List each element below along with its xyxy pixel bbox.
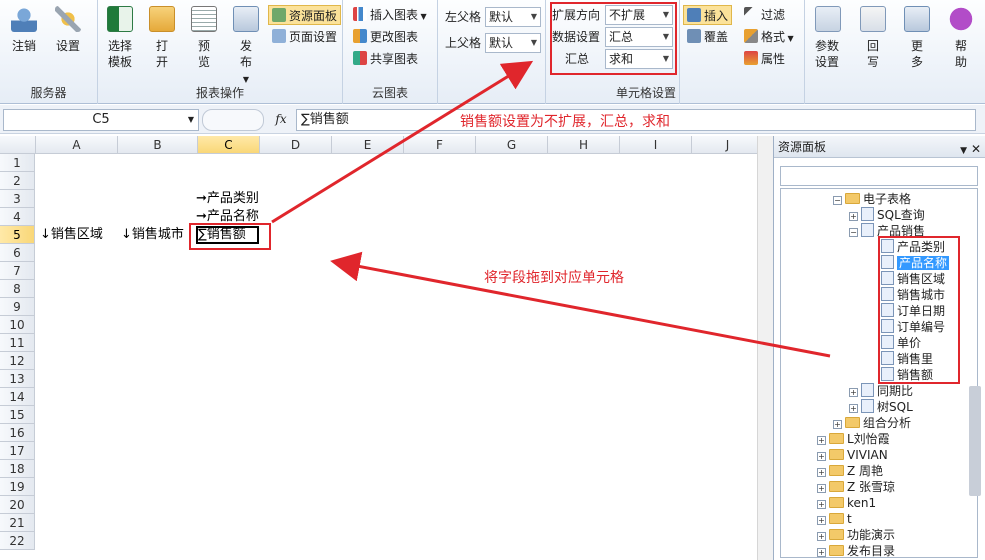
arrow-to-cells: [330, 251, 831, 358]
arrow-to-cell-settings: [271, 60, 534, 224]
annotation-arrows: [271, 60, 831, 358]
